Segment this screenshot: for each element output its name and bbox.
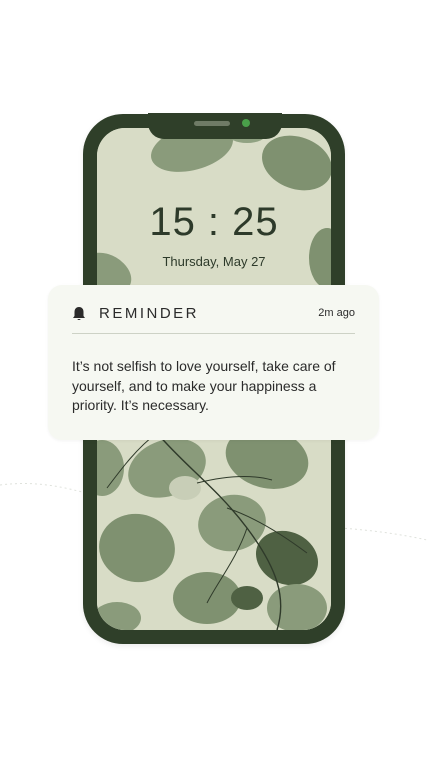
notification-header: REMINDER 2m ago xyxy=(72,303,355,334)
clock-date: Thursday, May 27 xyxy=(162,254,266,269)
notification-title: REMINDER xyxy=(99,305,200,322)
speaker-grille xyxy=(194,121,230,126)
reminder-screen: 15 : 25 Thursday, May 27 REMINDER 2m ago… xyxy=(0,0,427,759)
notification-message: It’s not selfish to love yourself, take … xyxy=(72,358,336,413)
reminder-notification[interactable]: REMINDER 2m ago It’s not selfish to love… xyxy=(48,285,379,440)
clock-time: 15 : 25 xyxy=(149,200,279,244)
phone-notch xyxy=(148,113,282,139)
camera-dot xyxy=(242,119,250,127)
notification-timestamp: 2m ago xyxy=(318,307,355,319)
bell-icon xyxy=(73,307,85,321)
